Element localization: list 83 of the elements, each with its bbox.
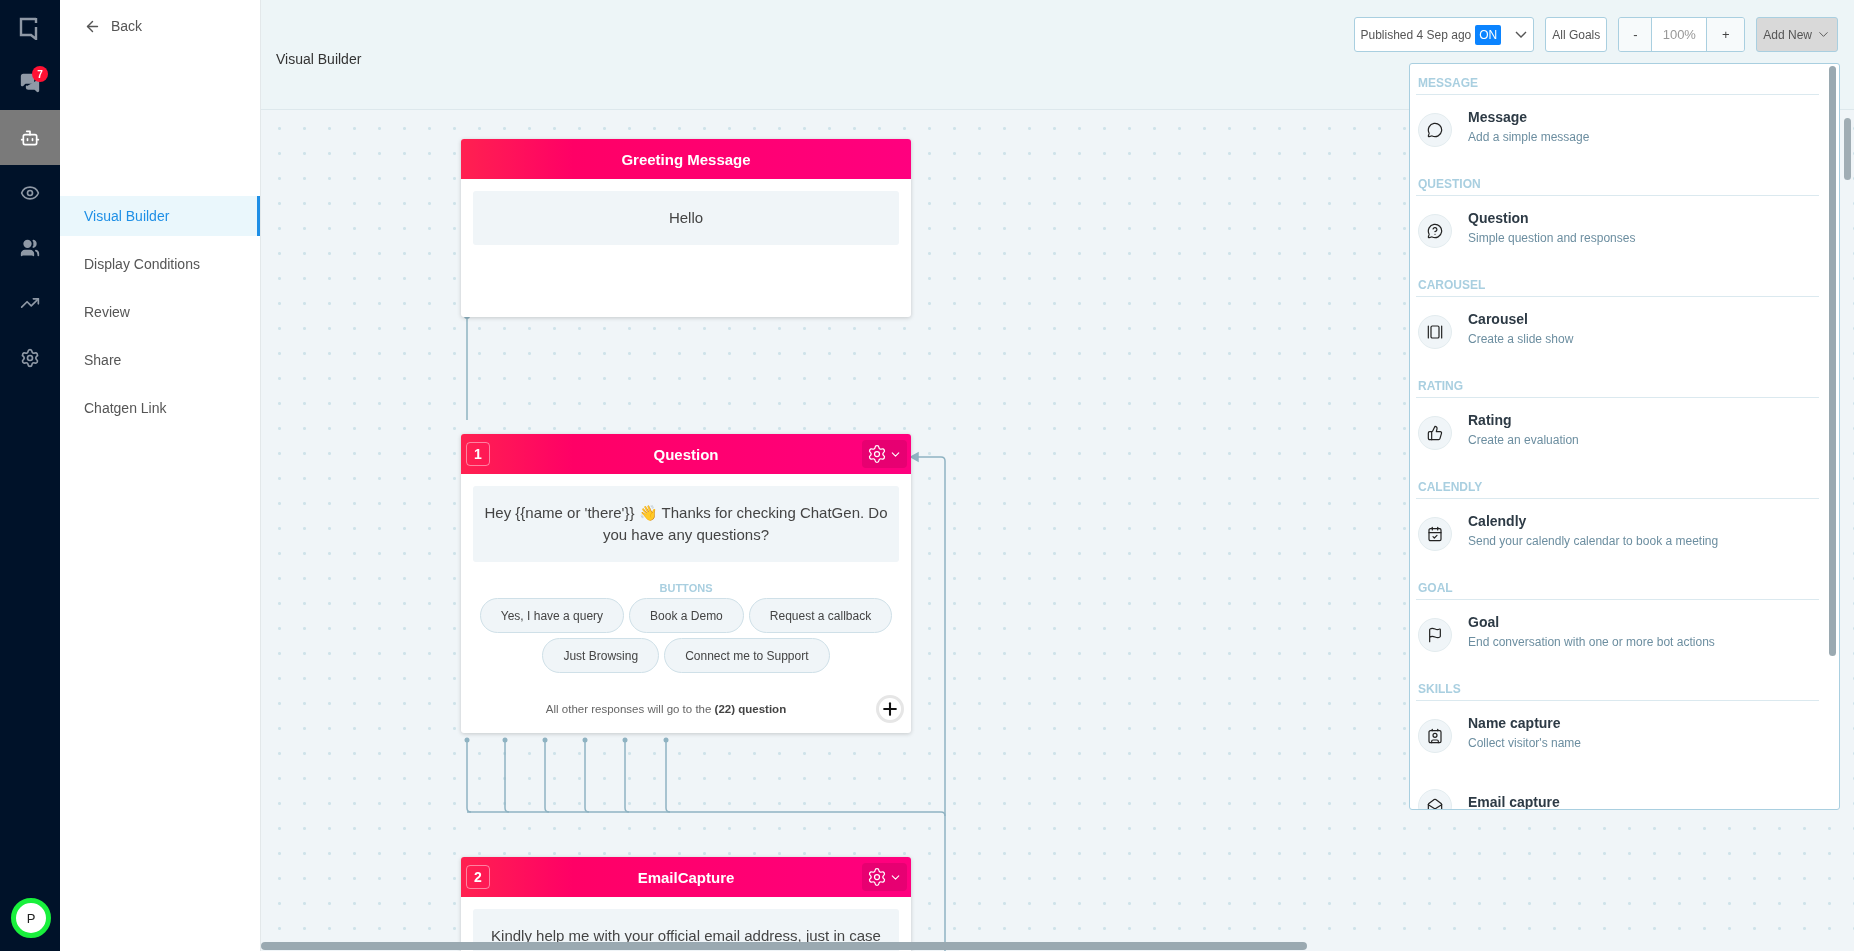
node-number: 1	[466, 442, 490, 466]
menu-item[interactable]: Message Add a simple message	[1416, 95, 1819, 165]
node-number: 2	[466, 865, 490, 889]
publish-dropdown[interactable]: Published 4 Sep ago ON	[1353, 17, 1535, 52]
buttons-label: BUTTONS	[658, 582, 714, 594]
back-link[interactable]: Back	[60, 0, 260, 36]
chevron-down-icon	[1515, 31, 1528, 38]
menu-item-title: Email capture	[1468, 794, 1560, 809]
zoom-out-button[interactable]: -	[1619, 18, 1653, 51]
menu-item[interactable]: Name capture Collect visitor's name	[1416, 701, 1819, 771]
menu-item-description: End conversation with one or more bot actions	[1468, 634, 1715, 649]
user-avatar[interactable]: P	[11, 898, 51, 938]
question-bubble-icon	[1418, 214, 1452, 248]
menu-section-heading: SKILLS	[1416, 670, 1819, 701]
node-title: EmailCapture	[637, 868, 735, 886]
page-title: Visual Builder	[276, 51, 362, 67]
menu-item-description: Create an evaluation	[1468, 432, 1579, 447]
message-bubble: Hello	[473, 191, 899, 245]
contact-card-icon	[1418, 719, 1452, 753]
menu-item-title: Rating	[1468, 411, 1513, 428]
menu-item[interactable]: Rating Create an evaluation	[1416, 398, 1819, 468]
menu-item-title: Message	[1468, 108, 1529, 125]
flow-node-card[interactable]	[461, 434, 911, 733]
node-title: Greeting Message	[621, 150, 751, 168]
menu-item-title: Question	[1468, 209, 1530, 226]
settings-icon	[20, 347, 40, 368]
message-bubble: Hey {{name or 'there'}} 👋 Thanks for checking ChatGen. Do you have any questions?	[473, 486, 899, 562]
menu-section-heading: QUESTION	[1416, 165, 1819, 196]
menu-item-description: Add a simple message	[1468, 129, 1590, 144]
nav-rail-item[interactable]: 7	[0, 55, 60, 110]
node-title: Question	[653, 445, 719, 463]
sidebar-item[interactable]: Review	[60, 292, 260, 332]
notification-badge: 7	[32, 66, 48, 82]
scrollbar-thumb[interactable]	[1844, 118, 1851, 180]
menu-section-heading: CAROUSEL	[1416, 266, 1819, 297]
response-button[interactable]: Connect me to Support	[664, 638, 830, 673]
settings-icon	[867, 444, 887, 464]
status-tag: ON	[1475, 24, 1502, 45]
menu-section-heading: MESSAGE	[1416, 64, 1819, 95]
menu-item[interactable]: Email capture	[1416, 771, 1819, 809]
fallback-note: All other responses will go to the (22) question	[545, 703, 787, 715]
plus-icon	[880, 699, 900, 719]
menu-item-description: Collect visitor's name	[1468, 735, 1581, 750]
flow-node-card[interactable]: Greeting Message Hello	[461, 139, 911, 317]
zoom-level: 100%	[1652, 18, 1708, 51]
menu-item-description: Create a slide show	[1468, 331, 1574, 346]
scrollbar-thumb[interactable]	[1829, 66, 1836, 656]
settings-icon	[867, 867, 887, 887]
add-new-button[interactable]: Add New	[1756, 17, 1838, 52]
node-settings-button[interactable]	[862, 440, 907, 468]
flag-icon	[1418, 618, 1452, 652]
scrollbar-thumb[interactable]	[261, 942, 1307, 950]
response-button[interactable]: Request a callback	[748, 598, 893, 633]
menu-item-description: Send your calendly calendar to book a meeting	[1468, 533, 1719, 548]
menu-item[interactable]: Goal End conversation with one or more bot actions	[1416, 600, 1819, 670]
sidebar-item[interactable]: Share	[60, 340, 260, 380]
zoom-in-button[interactable]: +	[1707, 18, 1745, 51]
menu-item-title: Calendly	[1468, 512, 1528, 529]
menu-section-heading: RATING	[1416, 367, 1819, 398]
menu-item[interactable]: Question Simple question and responses	[1416, 196, 1819, 266]
flow-node-card[interactable]: 2 EmailCapture Kindly help me with your official email address, just in case	[461, 857, 911, 951]
response-button[interactable]: Book a Demo	[629, 598, 744, 633]
calendar-check-icon	[1418, 517, 1452, 551]
menu-item-title: Name capture	[1468, 714, 1562, 731]
nav-rail-item[interactable]	[0, 110, 60, 165]
node-settings-button[interactable]	[862, 863, 907, 891]
menu-section-heading: CALENDLY	[1416, 468, 1819, 499]
menu-item-title: Carousel	[1468, 310, 1529, 327]
response-button[interactable]: Yes, I have a query	[479, 598, 625, 633]
menu-item[interactable]: Calendly Send your calendly calendar to book a meeting	[1416, 499, 1819, 569]
sidebar-item[interactable]: Display Conditions	[60, 244, 260, 284]
menu-section-heading: GOAL	[1416, 569, 1819, 600]
people-icon	[20, 237, 40, 258]
add-button[interactable]	[876, 695, 904, 723]
menu-item[interactable]: Carousel Create a slide show	[1416, 297, 1819, 367]
menu-item-title: Goal	[1468, 613, 1501, 630]
sidebar-item[interactable]: Chatgen Link	[60, 388, 260, 428]
menu-item-description: Simple question and responses	[1468, 230, 1636, 245]
thumbs-up-icon	[1418, 416, 1452, 450]
goals-button[interactable]: All Goals	[1545, 17, 1608, 52]
slides-icon	[1418, 315, 1452, 349]
speech-bubble-icon	[1418, 113, 1452, 147]
response-button[interactable]: Just Browsing	[542, 638, 660, 673]
